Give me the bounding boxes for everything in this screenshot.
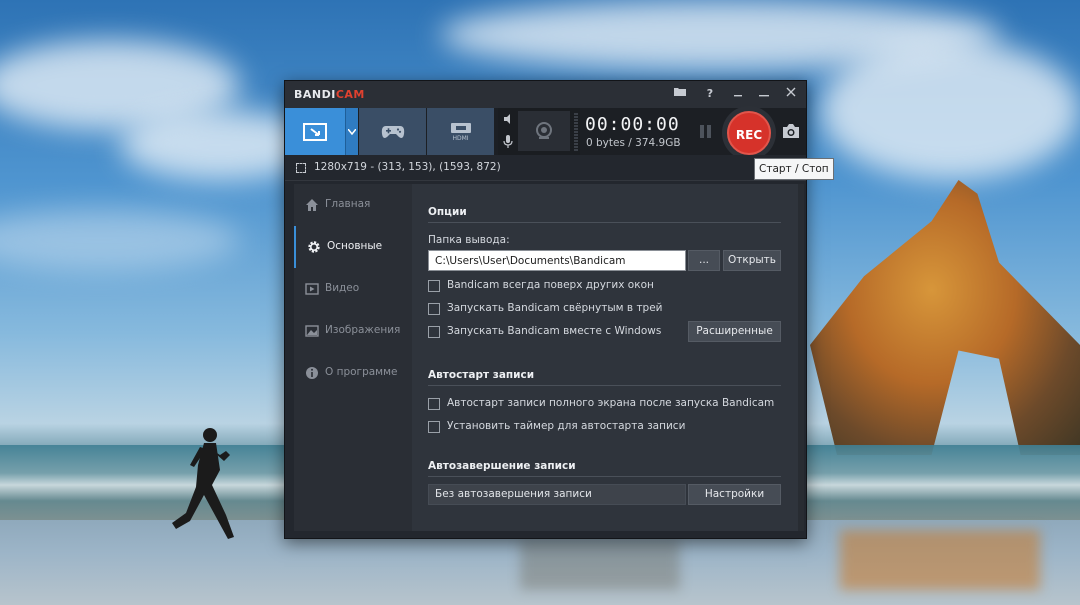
file-size-indicator: 0 bytes / 374.9GB: [586, 137, 681, 149]
sidebar-item-label: Изображения: [325, 324, 401, 336]
sidebar: Главная Основные Видео Изображения О про…: [294, 184, 412, 531]
hdmi-label: HDMI: [452, 134, 469, 142]
sidebar-item-label: Основные: [327, 240, 383, 252]
sidebar-item-label: О программе: [325, 366, 398, 378]
rec-tooltip: Старт / Стоп: [754, 158, 834, 180]
output-folder-input[interactable]: [428, 250, 686, 271]
microphone-icon[interactable]: [503, 135, 513, 149]
help-icon[interactable]: ?: [701, 85, 719, 103]
sidebar-item-images[interactable]: Изображения: [294, 310, 412, 352]
section-divider: [428, 476, 781, 477]
gear-icon: [308, 241, 320, 253]
browse-button[interactable]: ...: [688, 250, 720, 271]
sidebar-item-label: Видео: [325, 282, 360, 294]
section-title-autocomplete: Автозавершение записи: [428, 460, 576, 472]
open-folder-button[interactable]: Открыть: [723, 250, 781, 271]
section-divider: [428, 222, 781, 223]
camera-icon[interactable]: [782, 123, 800, 139]
game-mode-button[interactable]: [359, 108, 426, 155]
rock-arch: [810, 180, 1080, 455]
section-title-options: Опции: [428, 206, 467, 218]
start-with-windows-checkbox[interactable]: [428, 326, 440, 338]
folder-icon[interactable]: [671, 85, 689, 103]
speaker-mic-icon[interactable]: [502, 113, 514, 125]
region-info-bar: 1280x719 - (313, 153), (1593, 872): [285, 155, 806, 181]
title-bar[interactable]: BANDICAM ?: [285, 81, 806, 108]
autostart-timer-checkbox[interactable]: [428, 421, 440, 433]
webcam-icon: [536, 122, 552, 139]
advanced-button[interactable]: Расширенные: [688, 321, 781, 342]
chevron-down-icon: [348, 128, 356, 135]
minimize-to-tray-icon[interactable]: [729, 85, 747, 103]
autocomplete-field[interactable]: Без автозавершения записи: [428, 484, 686, 505]
start-minimized-label: Запускать Bandicam свёрнутым в трей: [447, 302, 663, 314]
home-icon: [306, 199, 318, 211]
section-divider: [428, 385, 781, 386]
close-icon[interactable]: [782, 85, 800, 103]
sidebar-item-video[interactable]: Видео: [294, 268, 412, 310]
output-folder-label: Папка вывода:: [428, 234, 510, 246]
region-coordinates: 1280x719 - (313, 153), (1593, 872): [314, 161, 501, 173]
sidebar-item-general[interactable]: Основные: [294, 226, 412, 268]
audio-level-meter: [574, 113, 578, 151]
webcam-audio-panel: [498, 108, 580, 155]
pause-icon[interactable]: [700, 125, 712, 138]
autostart-timer-label: Установить таймер для автостарта записи: [447, 420, 686, 432]
recording-timer: 00:00:00: [585, 114, 680, 135]
start-minimized-checkbox[interactable]: [428, 303, 440, 315]
video-icon: [305, 283, 319, 295]
info-icon: [306, 367, 318, 379]
bandicam-window: BANDICAM ? HDMI 00:00:00 0 bytes / 374.9…: [284, 80, 807, 539]
autostart-fullscreen-label: Автостарт записи полного экрана после за…: [447, 397, 775, 409]
runner-figure: [172, 428, 234, 539]
minimize-icon[interactable]: [755, 85, 773, 103]
always-on-top-checkbox[interactable]: [428, 280, 440, 292]
device-mode-button[interactable]: HDMI: [427, 108, 494, 155]
scrollbar[interactable]: [798, 184, 804, 531]
always-on-top-label: Bandicam всегда поверх других окон: [447, 279, 654, 291]
autostart-fullscreen-checkbox[interactable]: [428, 398, 440, 410]
rec-button[interactable]: REC: [727, 111, 771, 155]
settings-panel: Опции Папка вывода: ... Открыть Bandicam…: [412, 184, 798, 531]
webcam-preview[interactable]: [518, 111, 570, 151]
toolbar: HDMI 00:00:00 0 bytes / 374.9GB REC: [285, 106, 806, 160]
sidebar-item-home[interactable]: Главная: [294, 184, 412, 226]
app-logo: BANDICAM: [294, 88, 365, 101]
screen-mode-dropdown[interactable]: [345, 108, 358, 155]
screen-mode-button[interactable]: [285, 108, 345, 155]
autocomplete-settings-button[interactable]: Настройки: [688, 484, 781, 505]
hdmi-device-icon: [450, 122, 471, 133]
image-icon: [305, 325, 319, 337]
screen-area-icon: [303, 122, 327, 141]
sidebar-item-about[interactable]: О программе: [294, 352, 412, 394]
section-title-autostart: Автостарт записи: [428, 369, 535, 381]
selection-region-icon[interactable]: [296, 163, 306, 173]
start-with-windows-label: Запускать Bandicam вместе с Windows: [447, 325, 662, 337]
gamepad-icon: [381, 125, 404, 138]
sidebar-item-label: Главная: [325, 198, 371, 210]
